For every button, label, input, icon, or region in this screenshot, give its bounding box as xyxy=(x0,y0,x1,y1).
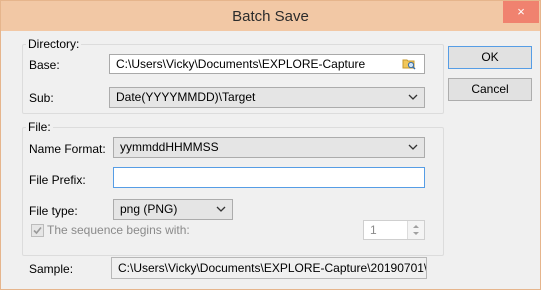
base-path-value: C:\Users\Vicky\Documents\EXPLORE-Capture xyxy=(116,57,366,71)
chevron-down-icon xyxy=(216,206,226,212)
name-format-value: yymmddHHMMSS xyxy=(120,140,219,154)
file-type-label: File type: xyxy=(29,204,78,218)
batch-save-dialog: Batch Save × Directory: Base: C:\Users\V… xyxy=(0,0,541,290)
spin-up-icon xyxy=(413,225,419,228)
ok-button[interactable]: OK xyxy=(448,46,532,69)
sub-dropdown[interactable]: Date(YYYYMMDD)\Target xyxy=(109,87,425,108)
cancel-button[interactable]: Cancel xyxy=(448,78,532,101)
base-label: Base: xyxy=(29,58,60,72)
sequence-spinner[interactable]: 1 xyxy=(363,220,425,240)
sub-value: Date(YYYYMMDD)\Target xyxy=(116,90,256,104)
file-type-value: png (PNG) xyxy=(120,202,178,216)
spinner-buttons[interactable] xyxy=(407,221,424,239)
file-legend: File: xyxy=(26,120,53,134)
name-format-label: Name Format: xyxy=(29,142,106,156)
file-type-dropdown[interactable]: png (PNG) xyxy=(113,199,233,220)
folder-browse-icon[interactable] xyxy=(402,57,416,70)
directory-legend: Directory: xyxy=(26,37,82,51)
sequence-value: 1 xyxy=(370,223,377,237)
base-path-field[interactable]: C:\Users\Vicky\Documents\EXPLORE-Capture xyxy=(109,54,425,74)
file-prefix-input[interactable] xyxy=(113,167,425,188)
sequence-label: The sequence begins with: xyxy=(47,223,190,237)
title-bar[interactable]: Batch Save × xyxy=(1,1,540,31)
sample-path-field: C:\Users\Vicky\Documents\EXPLORE-Capture… xyxy=(111,257,427,279)
sub-label: Sub: xyxy=(29,91,54,105)
file-prefix-label: File Prefix: xyxy=(29,173,86,187)
sample-label: Sample: xyxy=(29,262,74,276)
dialog-title: Batch Save xyxy=(232,8,309,25)
chevron-down-icon xyxy=(408,94,418,100)
name-format-dropdown[interactable]: yymmddHHMMSS xyxy=(113,137,425,158)
close-button[interactable]: × xyxy=(503,1,539,23)
sequence-checkbox[interactable] xyxy=(31,224,44,237)
checkmark-icon xyxy=(33,226,42,235)
spin-down-icon xyxy=(413,232,419,235)
chevron-down-icon xyxy=(408,144,418,150)
